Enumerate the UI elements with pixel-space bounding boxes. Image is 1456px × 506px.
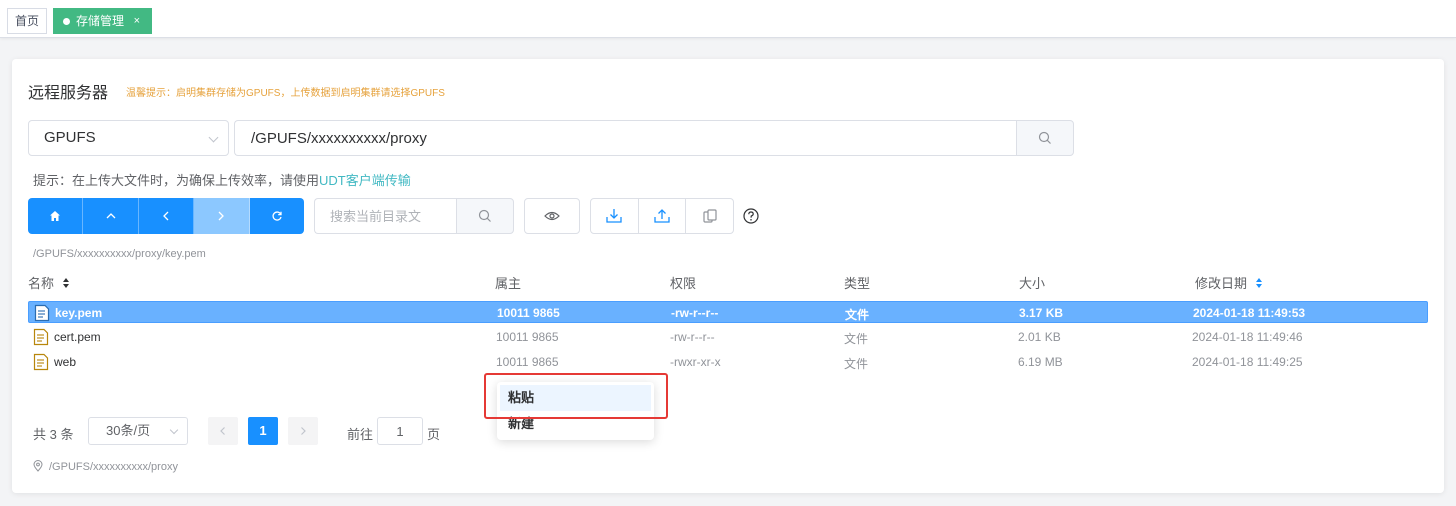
file-owner: 10011 9865 <box>496 355 559 369</box>
storage-select[interactable]: GPUFS <box>28 120 229 156</box>
footer-path: /GPUFS/xxxxxxxxxx/proxy <box>33 460 178 473</box>
table-row[interactable]: web 10011 9865 -rwxr-xr-x 文件 6.19 MB 202… <box>28 351 1428 373</box>
file-name[interactable]: key.pem <box>55 306 102 320</box>
header-owner: 属主 <box>495 276 522 291</box>
tab-storage-management[interactable]: 存储管理 × <box>53 8 152 34</box>
file-icon <box>33 353 49 371</box>
download-icon <box>606 209 622 223</box>
highlight-box <box>484 373 668 419</box>
remote-server-card: 远程服务器 温馨提示：启明集群存储为GPUFS，上传数据到启明集群请选择GPUF… <box>12 59 1444 493</box>
search-icon <box>1038 131 1051 144</box>
chevron-up-icon <box>106 213 116 219</box>
file-type: 文件 <box>844 357 869 371</box>
chevron-right-icon <box>301 427 306 435</box>
sort-icon[interactable] <box>1255 277 1263 289</box>
goto-label: 前往 <box>347 427 374 442</box>
chevron-right-icon <box>218 211 225 221</box>
header-type: 类型 <box>844 276 871 291</box>
back-button[interactable] <box>138 198 195 234</box>
upload-button[interactable] <box>639 199 687 233</box>
header-size: 大小 <box>1019 276 1046 291</box>
upload-icon <box>654 209 670 223</box>
file-permission: -rw-r--r-- <box>670 330 715 344</box>
download-button[interactable] <box>591 199 639 233</box>
tab-home[interactable]: 首页 <box>7 8 47 34</box>
storage-select-value: GPUFS <box>44 129 96 146</box>
table-row[interactable]: key.pem 10011 9865 -rw-r--r-- 文件 3.17 KB… <box>28 301 1428 323</box>
page-size-value: 30条/页 <box>106 423 151 438</box>
file-size: 3.17 KB <box>1019 306 1064 320</box>
file-action-group <box>590 198 734 234</box>
file-icon <box>33 328 49 346</box>
preview-button[interactable] <box>524 198 580 234</box>
chevron-down-icon <box>169 425 179 435</box>
tab-bar: 首页 存储管理 × <box>0 0 1456 38</box>
file-modified: 2024-01-18 11:49:53 <box>1193 306 1306 320</box>
directory-search-button[interactable] <box>456 198 514 234</box>
location-pin-icon <box>33 460 43 472</box>
navigation-button-group <box>28 198 304 234</box>
tab-storage-label: 存储管理 <box>76 14 125 28</box>
refresh-button[interactable] <box>249 198 304 234</box>
chevron-left-icon <box>220 427 225 435</box>
chevron-left-icon <box>163 211 169 221</box>
notice-text: 温馨提示：启明集群存储为GPUFS，上传数据到启明集群请选择GPUFS <box>126 88 445 99</box>
directory-search-input[interactable] <box>314 198 457 234</box>
home-icon <box>50 211 61 221</box>
footer-path-text: /GPUFS/xxxxxxxxxx/proxy <box>49 461 178 473</box>
file-name[interactable]: web <box>54 355 76 369</box>
file-name[interactable]: cert.pem <box>54 330 101 344</box>
search-icon <box>478 209 491 222</box>
home-button[interactable] <box>28 198 84 234</box>
chevron-down-icon <box>208 132 219 143</box>
path-search-button[interactable] <box>1016 120 1074 156</box>
copy-button[interactable] <box>686 199 733 233</box>
header-name-label: 名称 <box>28 276 55 291</box>
tab-close-icon[interactable]: × <box>134 9 140 33</box>
table-header: 名称 属主 权限 类型 大小 修改日期 <box>28 271 1428 291</box>
forward-button[interactable] <box>194 198 250 234</box>
copy-icon <box>703 209 717 223</box>
parent-directory-button[interactable] <box>83 198 139 234</box>
header-permission: 权限 <box>670 276 697 291</box>
file-type: 文件 <box>844 332 869 346</box>
page-size-select[interactable]: 30条/页 <box>88 417 188 445</box>
table-row[interactable]: cert.pem 10011 9865 -rw-r--r-- 文件 2.01 K… <box>28 326 1428 348</box>
file-size: 6.19 MB <box>1018 355 1063 369</box>
page-title: 远程服务器 <box>28 85 109 102</box>
file-owner: 10011 9865 <box>497 306 560 320</box>
page-number-current[interactable]: 1 <box>248 417 278 445</box>
prev-page-button[interactable] <box>208 417 238 445</box>
file-permission: -rw-r--r-- <box>671 306 719 320</box>
header-modified-label: 修改日期 <box>1195 276 1248 291</box>
help-icon[interactable] <box>743 208 759 224</box>
goto-page-input[interactable] <box>377 417 423 445</box>
current-path-label: /GPUFS/xxxxxxxxxx/proxy/key.pem <box>33 248 206 260</box>
file-size: 2.01 KB <box>1018 330 1061 344</box>
file-permission: -rwxr-xr-x <box>670 355 721 369</box>
sort-icon[interactable] <box>62 277 70 289</box>
next-page-button[interactable] <box>288 417 318 445</box>
file-type: 文件 <box>845 308 870 322</box>
file-modified: 2024-01-18 11:49:25 <box>1192 355 1303 369</box>
path-input[interactable] <box>234 120 1018 156</box>
file-modified: 2024-01-18 11:49:46 <box>1192 330 1303 344</box>
udt-client-link[interactable]: UDT客户端传输 <box>319 173 411 188</box>
upload-tip: 提示：在上传大文件时，为确保上传效率，请使用UDT客户端传输 <box>33 170 411 189</box>
header-name[interactable]: 名称 <box>28 273 70 292</box>
upload-tip-text: 提示：在上传大文件时，为确保上传效率，请使用 <box>33 173 320 188</box>
eye-icon <box>544 211 560 221</box>
file-owner: 10011 9865 <box>496 330 559 344</box>
pagination-total: 共 3 条 <box>33 427 74 442</box>
header-modified[interactable]: 修改日期 <box>1195 273 1263 292</box>
refresh-icon <box>272 211 282 221</box>
file-icon <box>34 304 50 322</box>
active-dot-icon <box>63 18 70 25</box>
page-suffix-label: 页 <box>427 427 441 442</box>
